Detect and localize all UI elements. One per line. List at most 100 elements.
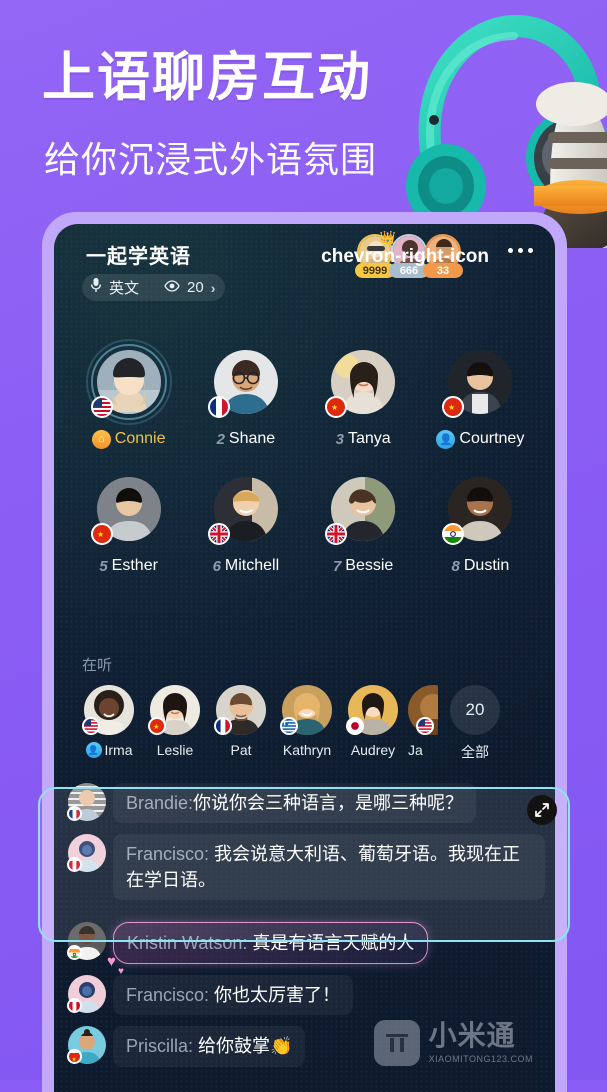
viewer-count: 20 xyxy=(187,279,204,296)
listeners-label: 在听 xyxy=(82,657,113,674)
avatar-wrap[interactable] xyxy=(325,471,401,547)
speaker-name-row: 6 Mitchell xyxy=(213,556,280,576)
listener-name-row: Kathryn xyxy=(283,742,331,758)
speaker-seat[interactable]: ★ 5 Esther xyxy=(70,471,187,576)
message-avatar-wrap xyxy=(67,922,106,961)
speaker-seat[interactable]: 6 Mitchell xyxy=(187,471,304,576)
avatar-wrap xyxy=(346,685,398,735)
speaker-seat[interactable]: 7 Bessie xyxy=(305,471,422,576)
speaker-seat[interactable]: ★ 👤 Courtney xyxy=(422,344,539,449)
message-bubble: Priscilla: 给你鼓掌👏 xyxy=(113,1026,306,1067)
speaker-row-1: ⌂ Connie 2 Shane ★ 3 Tanya ★ 👤 Courtney xyxy=(70,339,539,449)
message-avatar-wrap xyxy=(67,783,106,821)
view-all-listeners-button[interactable]: 20 全部 xyxy=(440,685,510,762)
chevron-right-icon: › xyxy=(210,279,216,296)
flag-gb-icon xyxy=(325,523,348,545)
room-header: 一起学英语 英文 20 › 👑 9999 666 33 chevron-righ… xyxy=(54,224,555,314)
seat-number: 7 xyxy=(332,557,342,575)
flag-cn-icon: ★ xyxy=(90,523,113,545)
speaker-seat[interactable]: 8 Dustin xyxy=(422,471,539,576)
chat-message[interactable]: Francisco: 你也太厉害了！ xyxy=(67,975,545,1016)
avatar-wrap[interactable] xyxy=(207,471,284,547)
speaker-name: Tanya xyxy=(347,430,391,447)
flag-cn-icon: ★ xyxy=(442,396,465,418)
listener-name-row: Ja xyxy=(408,742,438,758)
listener-name-row: Audrey xyxy=(351,742,395,758)
speaker-name: Shane xyxy=(228,430,276,447)
speaker-name: Bessie xyxy=(345,557,394,574)
avatar-wrap xyxy=(408,685,438,735)
listener-item[interactable]: ★ Leslie xyxy=(142,685,208,758)
listener-name: Irma xyxy=(104,742,133,758)
listener-name: Leslie xyxy=(156,742,194,758)
seat-number: 6 xyxy=(212,557,221,575)
avatar-wrap[interactable]: ★ xyxy=(325,344,401,420)
message-avatar-wrap xyxy=(67,834,106,873)
message-bubble-highlighted: Kristin Watson: 真是有语言天赋的人 ♥ ♥ xyxy=(107,922,429,977)
all-count: 20 xyxy=(450,685,500,735)
listener-item[interactable]: Kathryn xyxy=(274,685,340,758)
avatar-wrap[interactable] xyxy=(442,471,518,547)
speaker-seat[interactable]: ⌂ Connie xyxy=(70,339,187,449)
speaker-name-row: 2 Shane xyxy=(217,429,276,449)
listener-name: Audrey xyxy=(350,742,396,758)
speaker-name: Connie xyxy=(114,430,166,447)
watermark-en: XIAOMITONG123.COM xyxy=(428,1054,533,1064)
speaker-name-row: 7 Bessie xyxy=(333,556,393,576)
chat-message[interactable]: Kristin Watson: 真是有语言天赋的人 ♥ ♥ xyxy=(67,922,545,977)
flag-fr-icon xyxy=(207,396,230,418)
room-meta-pill[interactable]: 英文 20 › xyxy=(82,274,226,301)
message-sender: Priscilla: xyxy=(126,1036,194,1057)
avatar-wrap[interactable]: ★ xyxy=(442,344,518,420)
user-badge-icon: 👤 xyxy=(436,429,456,449)
flag-gr-icon xyxy=(280,717,298,735)
expand-chat-button[interactable] xyxy=(527,795,557,825)
avatar-wrap[interactable] xyxy=(207,344,284,420)
watermark-cn: 小米通 xyxy=(428,1020,516,1051)
listener-item[interactable]: 👤 Irma xyxy=(76,685,142,758)
contributors-chevron-icon[interactable]: chevron-right-icon xyxy=(321,246,489,268)
seat-number: 2 xyxy=(216,430,225,448)
listener-name: Kathryn xyxy=(282,742,332,758)
avatar-wrap[interactable]: ★ xyxy=(90,471,167,547)
chat-message[interactable]: Francisco: 我会说意大利语、葡萄牙语。我现在正在学日语。 xyxy=(67,834,545,901)
seat-number: 8 xyxy=(451,557,460,575)
heart-small-icon: ♥ xyxy=(118,965,124,977)
speaker-seat[interactable]: ★ 3 Tanya xyxy=(305,344,422,449)
speaker-name: Dustin xyxy=(463,557,510,574)
listeners-section: 在听 👤 Irma ★ Leslie Pat Kathryn Audrey Ja… xyxy=(70,654,539,762)
listener-item[interactable]: Ja xyxy=(406,685,440,758)
speaker-name-row: 5 Esther xyxy=(99,556,158,576)
avatar-wrap: ★ xyxy=(148,685,200,735)
speaker-name-row: 👤 Courtney xyxy=(436,429,524,449)
speaker-name-row: 8 Dustin xyxy=(452,556,510,576)
message-text: 你说你会三种语言，是哪三种呢？ xyxy=(193,793,464,813)
flag-pe-icon xyxy=(67,857,82,873)
message-sender: Francisco: xyxy=(126,844,210,865)
seat-number: 3 xyxy=(335,430,344,448)
xiaomitong-logo-icon xyxy=(373,1020,420,1066)
svg-text:★: ★ xyxy=(331,403,338,412)
speaker-name: Esther xyxy=(111,557,158,574)
chat-message[interactable]: Brandie:你说你会三种语言，是哪三种呢？ xyxy=(67,783,545,824)
avatar-wrap xyxy=(82,685,134,735)
listener-item[interactable]: Audrey xyxy=(340,685,406,758)
room-language: 英文 xyxy=(109,280,140,297)
svg-text:★: ★ xyxy=(71,1057,76,1063)
message-sender: Francisco: xyxy=(126,985,210,1006)
more-dots-icon[interactable] xyxy=(508,248,533,253)
svg-text:★: ★ xyxy=(448,403,455,412)
flag-gb-icon xyxy=(207,523,230,545)
speaker-seat[interactable]: 2 Shane xyxy=(187,344,304,449)
speaker-name-row: 3 Tanya xyxy=(336,429,391,449)
listeners-row: 👤 Irma ★ Leslie Pat Kathryn Audrey Ja 20… xyxy=(70,685,539,762)
all-label: 全部 xyxy=(461,744,489,760)
svg-text:★: ★ xyxy=(97,530,104,539)
listener-item[interactable]: Pat xyxy=(208,685,274,758)
host-badge-icon: ⌂ xyxy=(91,429,111,449)
listener-name-row: 👤 Irma xyxy=(85,742,133,758)
watermark: 小米通 XIAOMITONG123.COM xyxy=(373,1020,533,1066)
svg-text:★: ★ xyxy=(153,723,159,731)
avatar-wrap[interactable] xyxy=(85,339,172,425)
app-screen: 一起学英语 英文 20 › 👑 9999 666 33 chevron-righ… xyxy=(54,224,555,1092)
